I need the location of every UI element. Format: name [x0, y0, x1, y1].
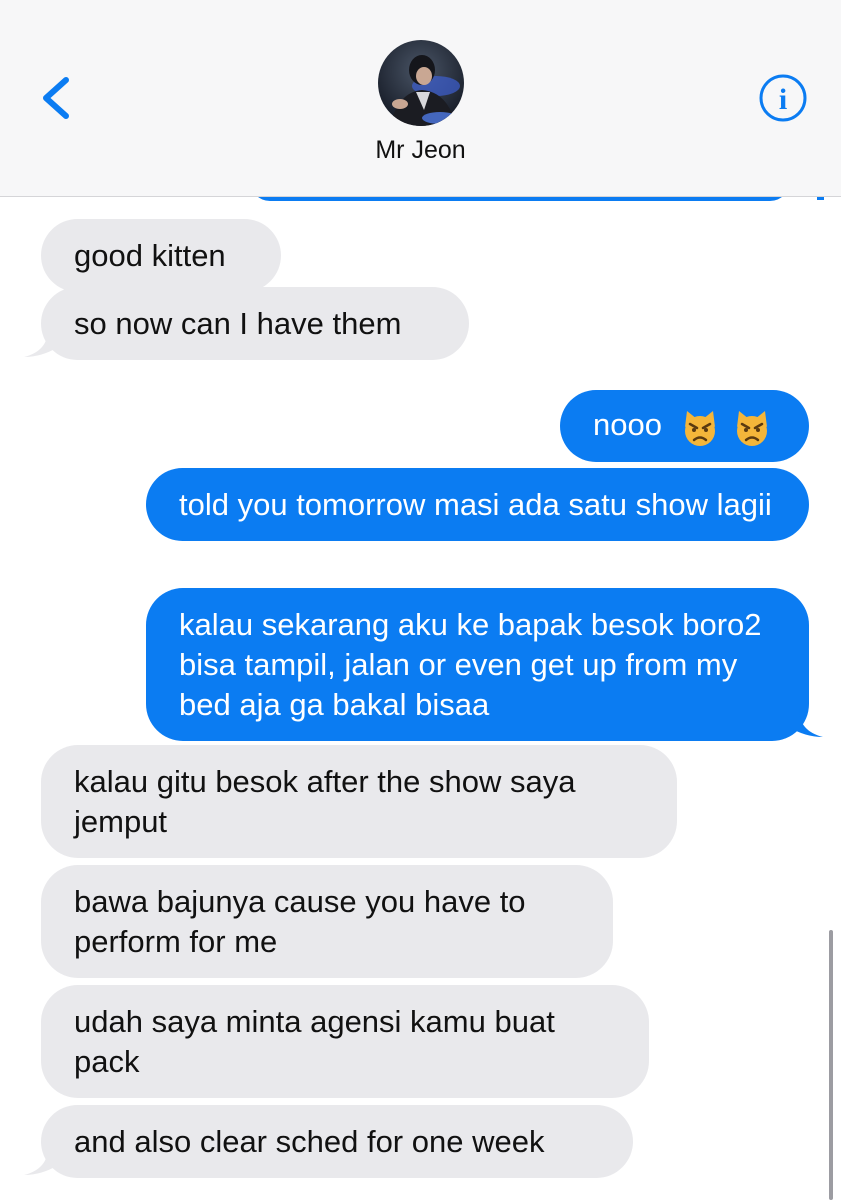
outgoing-message[interactable]: kalau sekarang aku ke bapak besok boro2 … [146, 588, 809, 741]
incoming-bubble-tail [24, 329, 58, 357]
outgoing-message[interactable]: told you tomorrow masi ada satu show lag… [146, 468, 809, 541]
info-button[interactable]: i [758, 73, 808, 123]
incoming-message[interactable]: udah saya minta agensi kamu buat pack [41, 985, 649, 1098]
contact-name[interactable]: Mr Jeon [0, 136, 841, 165]
previous-bubble-edge-mark [817, 197, 824, 200]
conversation-header: Mr Jeon i [0, 0, 841, 197]
pouting-cat-emoji [684, 411, 715, 447]
message-text: kalau sekarang aku ke bapak besok boro2 … [179, 607, 762, 722]
chevron-left-icon [43, 77, 69, 119]
back-button[interactable] [38, 74, 78, 122]
incoming-message[interactable]: good kitten [41, 219, 281, 292]
outgoing-message[interactable]: nooo [560, 390, 809, 463]
incoming-message[interactable]: bawa bajunya cause you have to perform f… [41, 865, 613, 978]
pouting-cat-emoji [737, 411, 768, 447]
incoming-message[interactable]: and also clear sched for one week [41, 1105, 633, 1178]
message-text: nooo [593, 407, 662, 442]
message-text: udah saya minta agensi kamu buat pack [74, 1004, 555, 1079]
scrollbar[interactable] [829, 930, 833, 1200]
incoming-message[interactable]: kalau gitu besok after the show saya jem… [41, 745, 677, 858]
message-text: so now can I have them [74, 306, 402, 341]
message-text: told you tomorrow masi ada satu show lag… [179, 487, 772, 522]
message-text: bawa bajunya cause you have to perform f… [74, 884, 526, 959]
outgoing-bubble-tail [789, 709, 823, 737]
info-circle-icon: i [759, 74, 807, 122]
message-text: and also clear sched for one week [74, 1124, 545, 1159]
svg-text:i: i [779, 83, 787, 116]
contact-avatar[interactable] [378, 40, 464, 126]
message-text: kalau gitu besok after the show saya jem… [74, 764, 576, 839]
message-text: good kitten [74, 238, 226, 273]
message-thread[interactable]: good kitten so now can I have them nooo [0, 181, 841, 1200]
incoming-message[interactable]: so now can I have them [41, 287, 469, 360]
emoji-group [681, 406, 772, 447]
incoming-bubble-tail [24, 1147, 58, 1175]
